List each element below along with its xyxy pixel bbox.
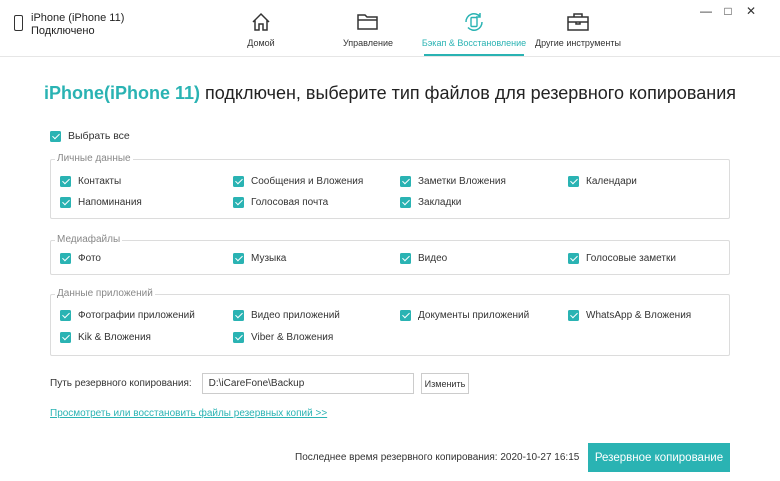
- backup-path-label: Путь резервного копирования:: [50, 378, 192, 389]
- checkbox-label: Фотографии приложений: [78, 310, 195, 321]
- checkbox-checked-icon: [568, 176, 579, 187]
- group-app-data-title: Данные приложений: [55, 288, 155, 299]
- toolbox-icon: [566, 10, 590, 34]
- checkbox-messages[interactable]: Сообщения и Вложения: [233, 176, 363, 187]
- checkbox-label: Фото: [78, 253, 101, 264]
- checkbox-bookmarks[interactable]: Закладки: [400, 197, 461, 208]
- checkbox-checked-icon: [400, 253, 411, 264]
- checkbox-app-documents[interactable]: Документы приложений: [400, 310, 529, 321]
- active-tab-indicator: [424, 54, 524, 56]
- view-restore-backups-link[interactable]: Просмотреть или восстановить файлы резер…: [50, 408, 327, 419]
- checkbox-contacts[interactable]: Контакты: [60, 176, 121, 187]
- checkbox-checked-icon: [233, 253, 244, 264]
- group-app-data: Данные приложений Фотографии приложений …: [50, 288, 730, 356]
- page-title-device: iPhone(iPhone 11): [43, 83, 201, 103]
- title-bar: iPhone (iPhone 11) Подключено Домой Упра…: [0, 0, 780, 57]
- tab-manage-label: Управление: [342, 38, 394, 48]
- checkbox-checked-icon: [400, 197, 411, 208]
- select-all-checkbox[interactable]: Выбрать все: [50, 130, 130, 142]
- checkbox-checked-icon: [60, 310, 71, 321]
- checkbox-label: Музыка: [251, 253, 287, 264]
- maximize-button[interactable]: □: [720, 4, 736, 18]
- checkbox-checked-icon: [233, 310, 244, 321]
- page-title: iPhone(iPhone 11) подключен, выберите ти…: [0, 83, 780, 104]
- group-media: Медиафайлы Фото Музыка Видео Голосовые з…: [50, 234, 730, 275]
- checkbox-checked-icon: [233, 332, 244, 343]
- page-title-text: подключен, выберите тип файлов для резер…: [200, 83, 737, 103]
- checkbox-checked-icon: [50, 130, 61, 142]
- tab-backup-restore[interactable]: Бэкап & Восстановление: [421, 0, 527, 56]
- checkbox-kik[interactable]: Kik & Вложения: [60, 332, 151, 343]
- checkbox-label: Viber & Вложения: [251, 332, 334, 343]
- checkbox-checked-icon: [400, 176, 411, 187]
- checkbox-voicemail[interactable]: Голосовая почта: [233, 197, 328, 208]
- checkbox-label: Заметки Вложения: [418, 176, 506, 187]
- home-icon: [250, 10, 272, 34]
- tab-manage[interactable]: Управление: [318, 0, 418, 56]
- checkbox-checked-icon: [233, 197, 244, 208]
- device-name: iPhone (iPhone 11): [31, 12, 125, 24]
- checkbox-checked-icon: [60, 197, 71, 208]
- group-personal-data: Личные данные Контакты Сообщения и Вложе…: [50, 153, 730, 219]
- folder-icon: [356, 10, 380, 34]
- checkbox-voice-memos[interactable]: Голосовые заметки: [568, 253, 676, 264]
- checkbox-checked-icon: [400, 310, 411, 321]
- checkbox-whatsapp[interactable]: WhatsApp & Вложения: [568, 310, 691, 321]
- checkbox-label: Сообщения и Вложения: [251, 176, 364, 187]
- checkbox-app-videos[interactable]: Видео приложений: [233, 310, 340, 321]
- backup-path-row: Путь резервного копирования: Изменить: [50, 373, 470, 394]
- checkbox-checked-icon: [568, 253, 579, 264]
- tab-other-tools[interactable]: Другие инструменты: [528, 0, 628, 56]
- checkbox-reminders[interactable]: Напоминания: [60, 197, 142, 208]
- checkbox-label: Календари: [586, 176, 637, 187]
- device-status: Подключено: [31, 25, 95, 37]
- checkbox-notes[interactable]: Заметки Вложения: [400, 176, 506, 187]
- checkbox-checked-icon: [60, 176, 71, 187]
- select-all-label: Выбрать все: [68, 130, 130, 142]
- checkbox-checked-icon: [233, 176, 244, 187]
- checkbox-label: Закладки: [418, 197, 462, 208]
- minimize-button[interactable]: —: [698, 4, 714, 18]
- checkbox-label: Напоминания: [78, 197, 142, 208]
- checkbox-label: Голосовые заметки: [586, 253, 676, 264]
- backup-restore-icon: [462, 10, 486, 34]
- checkbox-checked-icon: [60, 332, 71, 343]
- checkbox-viber[interactable]: Viber & Вложения: [233, 332, 333, 343]
- tab-other-tools-label: Другие инструменты: [535, 38, 621, 48]
- checkbox-checked-icon: [568, 310, 579, 321]
- checkbox-music[interactable]: Музыка: [233, 253, 286, 264]
- tab-backup-restore-label: Бэкап & Восстановление: [421, 38, 527, 48]
- checkbox-checked-icon: [60, 253, 71, 264]
- device-info: iPhone (iPhone 11) Подключено: [14, 12, 124, 38]
- checkbox-calendars[interactable]: Календари: [568, 176, 637, 187]
- tab-home[interactable]: Домой: [211, 0, 311, 56]
- checkbox-label: Голосовая почта: [251, 197, 329, 208]
- group-personal-data-title: Личные данные: [55, 153, 133, 164]
- phone-icon: [14, 15, 23, 31]
- last-backup-time: Последнее время резервного копирования: …: [295, 452, 580, 463]
- backup-button[interactable]: Резервное копирование: [588, 443, 730, 472]
- checkbox-photos[interactable]: Фото: [60, 253, 101, 264]
- close-button[interactable]: ✕: [743, 4, 759, 18]
- tab-home-label: Домой: [247, 38, 275, 48]
- backup-path-input[interactable]: [201, 373, 414, 394]
- checkbox-label: Kik & Вложения: [78, 332, 151, 343]
- checkbox-label: Документы приложений: [418, 310, 530, 321]
- checkbox-label: WhatsApp & Вложения: [586, 310, 692, 321]
- change-path-button[interactable]: Изменить: [420, 373, 470, 394]
- checkbox-label: Контакты: [78, 176, 122, 187]
- group-media-title: Медиафайлы: [55, 234, 123, 245]
- checkbox-label: Видео приложений: [251, 310, 340, 321]
- checkbox-video[interactable]: Видео: [400, 253, 447, 264]
- checkbox-label: Видео: [418, 253, 448, 264]
- checkbox-app-photos[interactable]: Фотографии приложений: [60, 310, 195, 321]
